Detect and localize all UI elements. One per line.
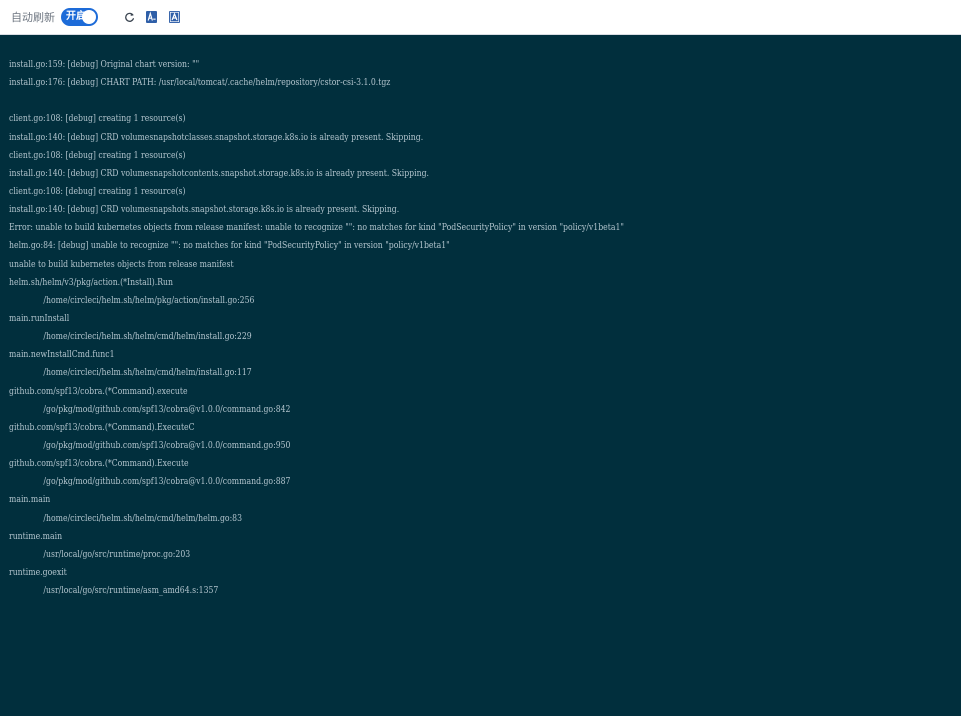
log-line: runtime.main	[9, 531, 63, 542]
log-line: github.com/spf13/cobra.(*Command).Execut…	[9, 422, 195, 433]
log-line: helm.go:84: [debug] unable to recognize …	[9, 241, 450, 252]
font-size-decrease-icon[interactable]	[144, 10, 158, 24]
log-output-panel[interactable]: install.go:159: [debug] Original chart v…	[0, 35, 961, 716]
log-line: main.newInstallCmd.func1	[9, 350, 115, 361]
log-line: client.go:108: [debug] creating 1 resour…	[9, 150, 186, 161]
log-line: github.com/spf13/cobra.(*Command).Execut…	[9, 459, 189, 470]
log-line: Error: unable to build kubernetes object…	[9, 223, 624, 234]
toggle-knob	[82, 10, 96, 24]
log-line: install.go:140: [debug] CRD volumesnapsh…	[9, 132, 424, 143]
auto-refresh-toggle[interactable]: 开启	[61, 8, 98, 26]
log-line: install.go:140: [debug] CRD volumesnapsh…	[9, 205, 400, 216]
log-line: install.go:140: [debug] CRD volumesnapsh…	[9, 168, 429, 179]
log-line: /usr/local/go/src/runtime/proc.go:203	[43, 549, 191, 560]
log-blank-line	[9, 92, 828, 110]
log-line: github.com/spf13/cobra.(*Command).execut…	[9, 386, 188, 397]
log-line: /usr/local/go/src/runtime/asm_amd64.s:13…	[43, 586, 219, 597]
auto-refresh-label: 自动刷新	[11, 11, 55, 24]
log-line: /home/circleci/helm.sh/helm/pkg/action/i…	[43, 295, 255, 306]
log-line: runtime.goexit	[9, 567, 67, 578]
log-toolbar: 自动刷新 开启	[0, 0, 961, 35]
refresh-icon[interactable]	[122, 10, 136, 24]
log-line: /home/circleci/helm.sh/helm/cmd/helm/hel…	[43, 513, 243, 524]
log-line: main.runInstall	[9, 313, 70, 324]
font-size-increase-icon[interactable]	[167, 10, 181, 24]
log-line: client.go:108: [debug] creating 1 resour…	[9, 186, 186, 197]
log-line: client.go:108: [debug] creating 1 resour…	[9, 114, 186, 125]
log-line: /home/circleci/helm.sh/helm/cmd/helm/ins…	[43, 368, 252, 379]
log-line: install.go:176: [debug] CHART PATH: /usr…	[9, 78, 391, 89]
log-line: main.main	[9, 495, 51, 506]
log-line: /go/pkg/mod/github.com/spf13/cobra@v1.0.…	[43, 477, 291, 488]
log-line: install.go:159: [debug] Original chart v…	[9, 60, 200, 70]
log-line: helm.sh/helm/v3/pkg/action.(*Install).Ru…	[9, 277, 174, 288]
log-line: /go/pkg/mod/github.com/spf13/cobra@v1.0.…	[43, 440, 291, 451]
log-line: /home/circleci/helm.sh/helm/cmd/helm/ins…	[43, 332, 252, 343]
log-line: unable to build kubernetes objects from …	[9, 259, 234, 270]
log-line: /go/pkg/mod/github.com/spf13/cobra@v1.0.…	[43, 404, 291, 415]
